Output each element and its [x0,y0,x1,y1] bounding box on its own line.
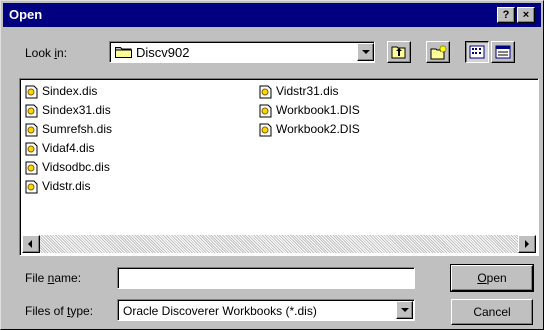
workbook-file-icon [259,85,272,99]
file-item[interactable]: Sumrefsh.dis [24,121,112,140]
list-view-button[interactable] [465,41,489,63]
scroll-right-button[interactable] [518,235,536,253]
cancel-button[interactable]: Cancel [451,299,533,325]
file-list[interactable]: Sindex.dis Sindex31.dis Sumrefsh.dis Vid… [19,78,539,256]
list-view-icon [469,45,485,59]
file-item[interactable]: Vidstr.dis [24,178,112,197]
file-item[interactable]: Vidstr31.dis [258,83,360,102]
workbook-file-icon [25,123,38,137]
horizontal-scrollbar[interactable] [22,235,536,253]
filename-input[interactable] [117,267,415,289]
file-item[interactable]: Workbook2.DIS [258,121,360,140]
filetype-label: Files of type: [25,304,94,318]
up-one-level-button[interactable] [387,41,411,63]
workbook-file-icon [25,85,38,99]
filetype-dropdown-button[interactable] [396,301,413,319]
workbook-file-icon [25,142,38,156]
filename-label: File name: [25,271,82,285]
workbook-file-icon [25,161,38,175]
workbook-file-icon [25,104,38,118]
new-folder-button[interactable] [426,41,450,63]
lookin-label: Look in: [25,46,68,60]
new-folder-icon [430,44,448,60]
file-item[interactable]: Vidaf4.dis [24,140,112,159]
filetype-value: Oracle Discoverer Workbooks (*.dis) [123,304,317,318]
folder-icon [115,47,132,58]
file-item[interactable]: Sindex.dis [24,83,112,102]
open-button[interactable]: Open [450,264,534,292]
close-button[interactable]: × [517,7,535,23]
lookin-dropdown-button[interactable] [357,43,374,61]
workbook-file-icon [259,123,272,137]
workbook-file-icon [25,180,38,194]
details-view-button[interactable] [491,41,515,63]
workbook-file-icon [259,104,272,118]
file-item[interactable]: Sindex31.dis [24,102,112,121]
details-view-icon [495,45,511,59]
title-bar[interactable]: Open ? × [3,3,541,27]
help-button[interactable]: ? [497,7,515,23]
window-title: Open [9,7,43,22]
file-column-2: Vidstr31.dis Workbook1.DIS Workbook2.DIS [258,83,360,140]
filetype-combo[interactable]: Oracle Discoverer Workbooks (*.dis) [117,299,415,321]
file-column-1: Sindex.dis Sindex31.dis Sumrefsh.dis Vid… [24,83,112,197]
lookin-value: Discv902 [136,45,190,60]
lookin-combo[interactable]: Discv902 [109,41,375,63]
file-item[interactable]: Workbook1.DIS [258,102,360,121]
open-dialog: Open ? × Look in: Discv902 Sindex.dis Si… [0,0,544,330]
file-item[interactable]: Vidsodbc.dis [24,159,112,178]
scroll-left-button[interactable] [22,235,40,253]
up-folder-icon [391,46,406,59]
